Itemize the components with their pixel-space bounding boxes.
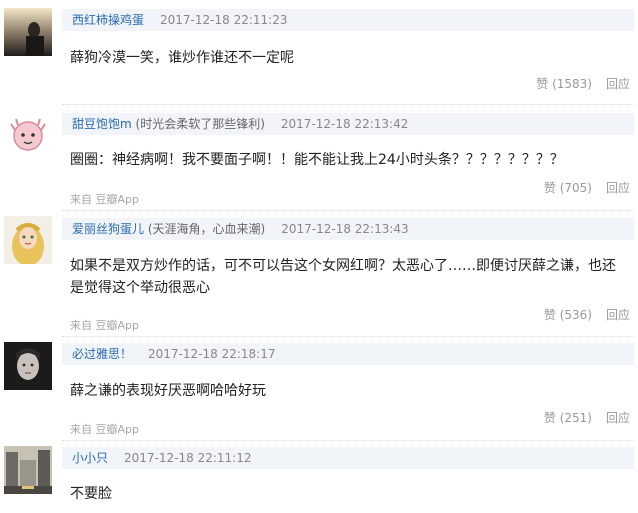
reply-button[interactable]: 回应 bbox=[606, 181, 630, 195]
comment-text: 薛狗冷漠一笑，谁炒作谁还不一定呢 bbox=[70, 50, 294, 66]
comment-actions: 赞 (705) 回应 bbox=[544, 179, 630, 196]
comment-text: 圈圈：神经病啊！我不要面子啊！！能不能让我上24小时头条？？？？？？？？ bbox=[70, 152, 564, 168]
like-button[interactable]: 赞 (251) bbox=[544, 411, 592, 425]
comment-source: 来自 豆瓣App bbox=[70, 423, 139, 436]
like-button[interactable]: 赞 (705) bbox=[544, 181, 592, 195]
avatar[interactable] bbox=[4, 446, 52, 494]
username-link[interactable]: 西红柿操鸡蛋 bbox=[72, 13, 144, 27]
comment-text: 薛之谦的表现好厌恶啊哈哈好玩 bbox=[70, 383, 266, 399]
comment-actions: 赞 (536) 回应 bbox=[544, 306, 630, 323]
comment-time: 2017-12-18 22:11:23 bbox=[160, 13, 288, 27]
username-link[interactable]: 小小只 bbox=[72, 451, 108, 465]
reply-button[interactable]: 回应 bbox=[606, 411, 630, 425]
comment-time: 2017-12-18 22:13:43 bbox=[281, 222, 409, 236]
like-button[interactable]: 赞 (1583) bbox=[536, 77, 592, 91]
divider bbox=[62, 336, 634, 337]
comment-header: 小小只 2017-12-18 22:11:12 bbox=[62, 447, 634, 469]
divider bbox=[62, 104, 634, 105]
comment-actions: 赞 (1583) 回应 bbox=[536, 75, 630, 92]
user-tagline: (时光会柔软了那些锋利) bbox=[135, 117, 265, 131]
divider bbox=[62, 210, 634, 211]
comment-actions: 赞 (251) 回应 bbox=[544, 409, 630, 426]
username-link[interactable]: 甜豆饱饱m bbox=[72, 117, 132, 131]
avatar[interactable] bbox=[4, 342, 52, 390]
comment-text: 如果不是双方炒作的话，可不可以告这个女网红啊？太恶心了……即便讨厌薛之谦，也还是… bbox=[70, 258, 616, 296]
comment-source: 来自 豆瓣App bbox=[70, 319, 139, 332]
avatar[interactable] bbox=[4, 216, 52, 264]
comment-header: 必过雅思！ 2017-12-18 22:18:17 bbox=[62, 343, 634, 365]
comment-source: 来自 豆瓣App bbox=[70, 193, 139, 206]
divider bbox=[62, 440, 634, 441]
comment-time: 2017-12-18 22:13:42 bbox=[280, 117, 409, 131]
comment-time: 2017-12-18 22:18:17 bbox=[148, 347, 276, 361]
comment-header: 爱丽丝狗蛋儿 (天涯海角，心血来潮) 2017-12-18 22:13:43 bbox=[62, 218, 634, 240]
comment-time: 2017-12-18 22:11:12 bbox=[124, 451, 252, 465]
comment-header: 甜豆饱饱m (时光会柔软了那些锋利) 2017-12-18 22:13:42 bbox=[62, 113, 634, 135]
username-link[interactable]: 爱丽丝狗蛋儿 bbox=[72, 222, 144, 236]
avatar[interactable] bbox=[4, 8, 52, 56]
reply-button[interactable]: 回应 bbox=[606, 308, 630, 322]
comment-header: 西红柿操鸡蛋 2017-12-18 22:11:23 bbox=[62, 9, 634, 31]
username-link[interactable]: 必过雅思！ bbox=[72, 347, 132, 361]
comment-text: 不要脸 bbox=[70, 486, 112, 502]
avatar[interactable] bbox=[4, 110, 52, 158]
user-tagline: (天涯海角，心血来潮) bbox=[147, 222, 266, 236]
reply-button[interactable]: 回应 bbox=[606, 77, 630, 91]
like-button[interactable]: 赞 (536) bbox=[544, 308, 592, 322]
